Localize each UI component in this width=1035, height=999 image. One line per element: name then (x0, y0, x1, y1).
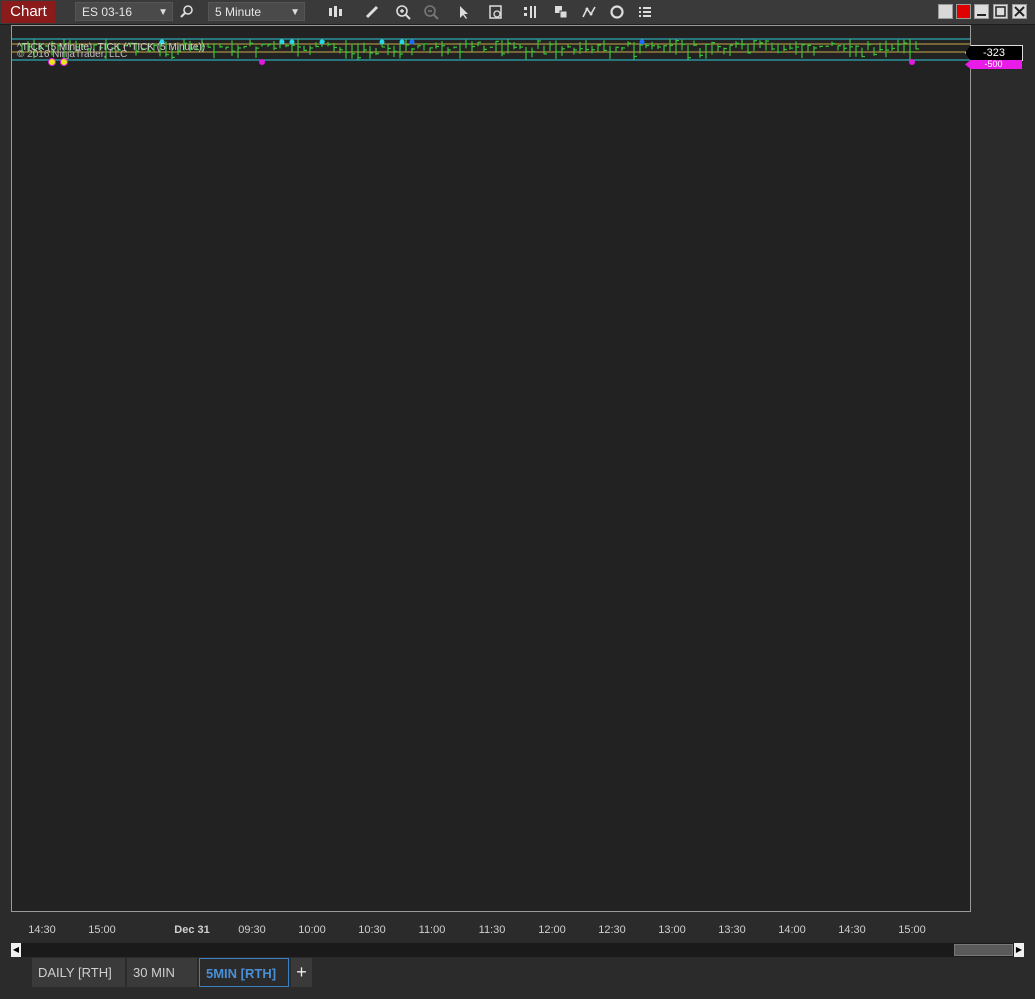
tab-30-min[interactable]: 30 MIN (127, 958, 197, 987)
reload-icon[interactable] (607, 2, 627, 22)
axis-label: 11:00 (418, 924, 446, 936)
chart-tabs: DAILY [RTH] 30 MIN 5MIN [RTH] + (0, 957, 1035, 999)
templates-icon[interactable] (551, 2, 571, 22)
axis-label: 13:00 (658, 924, 686, 936)
add-tab-button[interactable]: + (291, 958, 312, 987)
axis-label: 15:00 (88, 924, 116, 936)
pointer-icon[interactable] (454, 2, 474, 22)
data-box-icon[interactable] (486, 2, 506, 22)
horizontal-scrollbar[interactable]: ◀ ▶ (11, 943, 1024, 957)
maximize-button[interactable] (993, 4, 1008, 19)
chart-toolbar: Chart ES 03-16 ▼ 5 Minute ▼ (0, 0, 1035, 25)
zoom-out-icon[interactable] (421, 2, 441, 22)
upper-signal-dot (319, 39, 325, 45)
link-color-button[interactable] (938, 4, 953, 19)
scroll-right-icon[interactable]: ▶ (1014, 943, 1024, 957)
interval-select[interactable]: 5 Minute ▼ (208, 2, 305, 21)
lower-level-marker: -500 (965, 60, 1022, 69)
upper-signal-dot (409, 39, 415, 45)
minimize-icon (977, 14, 986, 16)
copyright-text: © 2016 NinjaTrader, LLC (17, 49, 128, 60)
axis-label: Dec 31 (174, 924, 210, 936)
axis-label: 10:30 (358, 924, 386, 936)
upper-signal-dot (289, 39, 295, 45)
lower-signal-dot (909, 59, 915, 65)
axis-label: 10:00 (298, 924, 326, 936)
axis-label: 15:00 (898, 924, 926, 936)
interval-value: 5 Minute (215, 5, 262, 19)
chevron-down-icon: ▼ (290, 7, 300, 18)
axis-label: 14:00 (778, 924, 806, 936)
axis-label: 14:30 (838, 924, 866, 936)
time-axis: 14:30 15:00 Dec 31 09:30 10:00 10:30 11:… (11, 913, 971, 943)
upper-signal-dot (639, 39, 645, 45)
axis-label: 11:30 (478, 924, 506, 936)
chart-menu-button[interactable]: Chart (2, 1, 55, 23)
bar-spacing-icon[interactable] (520, 2, 540, 22)
scroll-thumb[interactable] (954, 944, 1013, 956)
axis-label: 14:30 (28, 924, 56, 936)
tick-indicator-panel (12, 38, 970, 66)
lower-signal-dot (259, 59, 265, 65)
chart-panel[interactable]: ^TICK (5 Minute), TICK (^TICK (5 Minute)… (11, 25, 971, 912)
search-icon[interactable] (177, 2, 197, 22)
upper-signal-dot (379, 39, 385, 45)
properties-list-icon[interactable] (635, 2, 655, 22)
instrument-select[interactable]: ES 03-16 ▼ (75, 2, 173, 21)
axis-label: 09:30 (238, 924, 266, 936)
maximize-icon (995, 6, 1006, 17)
minimize-button[interactable] (974, 4, 989, 19)
link-red-button[interactable] (956, 4, 971, 19)
close-button[interactable] (1012, 4, 1027, 19)
chevron-down-icon: ▼ (158, 7, 168, 18)
zoom-in-icon[interactable] (393, 2, 413, 22)
chart-style-icon[interactable] (325, 2, 345, 22)
instrument-value: ES 03-16 (82, 5, 133, 19)
close-icon (1014, 6, 1025, 17)
axis-label: 12:00 (538, 924, 566, 936)
scroll-left-icon[interactable]: ◀ (11, 943, 21, 957)
last-price-marker: -323 (965, 45, 1023, 61)
draw-pencil-icon[interactable] (362, 2, 382, 22)
strategies-icon[interactable] (579, 2, 599, 22)
axis-label: 12:30 (598, 924, 626, 936)
tab-5min-rth[interactable]: 5MIN [RTH] (199, 958, 289, 987)
tab-daily-rth[interactable]: DAILY [RTH] (32, 958, 125, 987)
axis-label: 13:30 (718, 924, 746, 936)
upper-signal-dot (399, 39, 405, 45)
upper-signal-dot (279, 39, 285, 45)
